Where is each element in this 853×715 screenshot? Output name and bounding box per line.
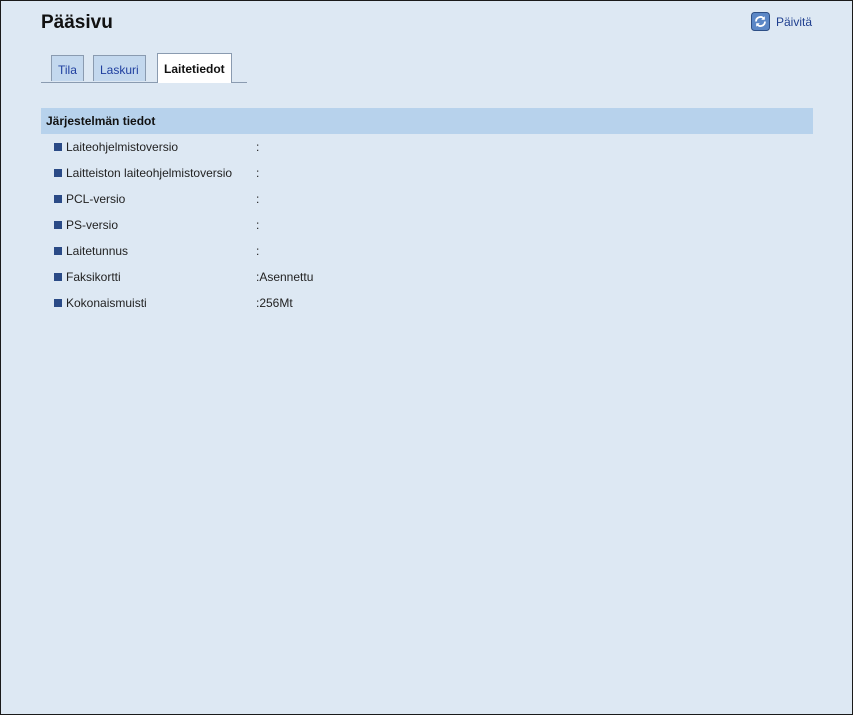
info-label: Laiteohjelmistoversio — [66, 140, 179, 154]
info-row-total-memory: Kokonaismuisti :256Mt — [41, 291, 813, 317]
info-row-firmware-version: Laiteohjelmistoversio : — [41, 135, 813, 161]
info-value: : — [256, 218, 260, 232]
system-info-section: Järjestelmän tiedot Laiteohjelmistoversi… — [41, 108, 813, 317]
info-value: :Asennettu — [256, 270, 314, 284]
square-bullet-icon — [54, 221, 62, 229]
square-bullet-icon — [54, 299, 62, 307]
info-value: : — [256, 166, 260, 180]
info-row-ps-version: PS-versio : — [41, 213, 813, 239]
tab-laitetiedot[interactable]: Laitetiedot — [157, 53, 232, 83]
square-bullet-icon — [54, 143, 62, 151]
main-frame: Pääsivu Päivitä Tila Laskuri Laitetiedot… — [0, 0, 853, 715]
info-label: Laitteiston laiteohjelmistoversio — [66, 166, 233, 180]
tab-bar: Tila Laskuri Laitetiedot — [41, 53, 247, 83]
info-label: Faksikortti — [66, 270, 121, 284]
info-label: PCL-versio — [66, 192, 126, 206]
page-title: Pääsivu — [41, 12, 113, 33]
square-bullet-icon — [54, 247, 62, 255]
refresh-label: Päivitä — [775, 14, 812, 29]
info-value: : — [256, 140, 260, 154]
tab-tila[interactable]: Tila — [51, 55, 84, 81]
info-row-pcl-version: PCL-versio : — [41, 187, 813, 213]
square-bullet-icon — [54, 169, 62, 177]
info-value: : — [256, 192, 260, 206]
section-title: Järjestelmän tiedot — [41, 108, 813, 134]
info-label: Kokonaismuisti — [66, 296, 147, 310]
info-row-device-id: Laitetunnus : — [41, 239, 813, 265]
square-bullet-icon — [54, 195, 62, 203]
info-value: :256Mt — [256, 296, 293, 310]
square-bullet-icon — [54, 273, 62, 281]
refresh-icon — [750, 12, 770, 31]
info-list: Laiteohjelmistoversio : Laitteiston lait… — [41, 134, 813, 317]
info-label: PS-versio — [66, 218, 119, 232]
info-value: : — [256, 244, 260, 258]
tab-laskuri[interactable]: Laskuri — [93, 55, 146, 81]
info-row-fax-card: Faksikortti :Asennettu — [41, 265, 813, 291]
info-label: Laitetunnus — [66, 244, 129, 258]
refresh-button[interactable]: Päivitä — [750, 12, 812, 31]
info-row-hardware-firmware-version: Laitteiston laiteohjelmistoversio : — [41, 161, 813, 187]
